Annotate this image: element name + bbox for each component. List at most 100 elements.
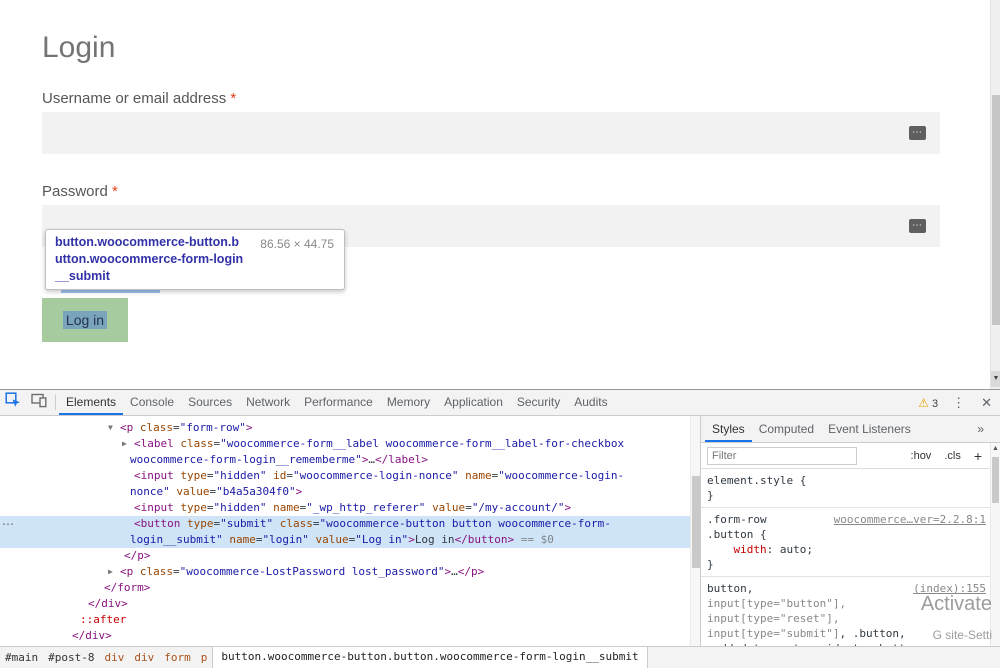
dom-tree-node[interactable]: </p>: [0, 548, 700, 564]
css-rule-line: .added_to_cart, .widget a.button,: [707, 641, 990, 646]
browser-page: Login Username or email address * ⋯ Pass…: [0, 0, 1000, 389]
styles-scrollbar[interactable]: ▲: [990, 443, 1000, 646]
dom-tree-node[interactable]: </div>: [0, 596, 700, 612]
new-style-rule-button[interactable]: +: [974, 448, 982, 464]
page-vertical-scrollbar[interactable]: ▼: [990, 0, 1000, 389]
username-field[interactable]: ⋯: [42, 112, 940, 154]
tab-security[interactable]: Security: [510, 390, 567, 415]
css-rule-line: }: [707, 488, 990, 503]
required-asterisk: *: [230, 90, 236, 107]
code-token: value: [432, 501, 465, 514]
breadcrumb-item[interactable]: form: [159, 651, 196, 664]
dom-tree-node[interactable]: </div>: [0, 628, 700, 644]
tab-event-listeners[interactable]: Event Listeners: [821, 416, 918, 442]
tooltip-selector-line: __submit: [55, 268, 335, 285]
login-button[interactable]: Log in: [42, 298, 128, 342]
scrollbar-thumb[interactable]: [692, 476, 700, 568]
tab-audits[interactable]: Audits: [567, 390, 614, 415]
code-token: >: [408, 533, 415, 546]
dom-tree-node[interactable]: <button type="submit" class="woocommerce…: [0, 516, 700, 532]
tab-styles[interactable]: Styles: [705, 416, 752, 442]
toolbar-right-cluster: ⚠3 ⋮ ✕: [912, 390, 1000, 415]
stylesheet-source-link[interactable]: woocommerce…ver=2.2.8:1: [834, 513, 986, 526]
dom-tree-node[interactable]: login__submit" name="login" value="Log i…: [0, 532, 700, 548]
inspect-element-button[interactable]: [0, 390, 26, 415]
tab-application[interactable]: Application: [437, 390, 510, 415]
more-tabs-icon[interactable]: »: [977, 422, 1000, 436]
code-token: </div>: [72, 629, 112, 642]
code-token: name: [273, 501, 300, 514]
code-token: </button>: [455, 533, 515, 546]
css-rule[interactable]: element.style {}: [701, 469, 990, 508]
tab-sources[interactable]: Sources: [181, 390, 239, 415]
code-token: "woocommerce-login-nonce": [293, 469, 459, 482]
toggle-classes-button[interactable]: .cls: [944, 450, 961, 462]
dom-tree-node[interactable]: <input type="hidden" id="woocommerce-log…: [0, 468, 700, 484]
devtools-close-button[interactable]: ✕: [973, 395, 1000, 411]
elements-panel: ▼<p class="form-row">▶<label class="wooc…: [0, 416, 700, 646]
code-token: =: [465, 501, 472, 514]
code-token: value: [176, 485, 209, 498]
collapse-arrow-icon[interactable]: ▶: [108, 564, 113, 580]
breadcrumb-item[interactable]: #post-8: [43, 651, 99, 664]
code-token: class: [140, 421, 173, 434]
elements-scrollbar[interactable]: [690, 416, 700, 646]
password-manager-icon[interactable]: ⋯: [909, 219, 926, 233]
breadcrumb: #main#post-8divdivformp button.woocommer…: [0, 646, 1000, 668]
breadcrumb-item[interactable]: div: [99, 651, 129, 664]
dom-tree-node[interactable]: <input type="hidden" name="_wp_http_refe…: [0, 500, 700, 516]
tab-console[interactable]: Console: [123, 390, 181, 415]
code-token: </p>: [458, 565, 485, 578]
inspect-tooltip: button.woocommerce-button.b utton.woocom…: [45, 229, 345, 290]
styles-filter-input[interactable]: [707, 447, 857, 465]
expand-arrow-icon[interactable]: ▼: [108, 420, 113, 436]
breadcrumb-item-selected[interactable]: button.woocommerce-button.button.woocomm…: [212, 647, 647, 668]
collapse-arrow-icon[interactable]: ▶: [122, 436, 127, 452]
breadcrumb-item[interactable]: #main: [0, 651, 43, 664]
tab-network[interactable]: Network: [239, 390, 297, 415]
code-token: </p>: [124, 549, 151, 562]
scrollbar-thumb[interactable]: [992, 457, 999, 503]
toggle-hover-state-button[interactable]: :hov: [911, 450, 932, 462]
dom-tree-node[interactable]: nonce" value="b4a5a304f0">: [0, 484, 700, 500]
code-token: "woocommerce-button button woocommerce-f…: [319, 517, 610, 530]
code-token: >: [246, 421, 253, 434]
scroll-up-icon[interactable]: ▲: [991, 445, 1000, 452]
code-token: == $0: [514, 533, 554, 546]
dom-tree-node[interactable]: ▶<label class="woocommerce-form__label w…: [0, 436, 700, 452]
dom-tree-node[interactable]: woocommerce-form-login__rememberme">…</l…: [0, 452, 700, 468]
code-token: "/my-account/": [472, 501, 565, 514]
code-token: class: [140, 565, 173, 578]
css-rule-line: input[type="button"],: [707, 596, 990, 611]
breadcrumb-item[interactable]: p: [196, 651, 213, 664]
css-rule[interactable]: (index):155button,input[type="button"],i…: [701, 577, 990, 646]
close-icon: ✕: [981, 395, 992, 410]
tab-performance[interactable]: Performance: [297, 390, 380, 415]
tab-memory[interactable]: Memory: [380, 390, 437, 415]
scroll-down-icon[interactable]: ▼: [991, 371, 1000, 387]
password-manager-icon[interactable]: ⋯: [909, 126, 926, 140]
scrollbar-thumb[interactable]: [992, 95, 1000, 325]
devtools-main: ▼<p class="form-row">▶<label class="wooc…: [0, 416, 1000, 646]
device-toolbar-button[interactable]: [26, 390, 52, 415]
dom-tree-node[interactable]: </form>: [0, 580, 700, 596]
code-token: "form-row": [180, 421, 246, 434]
tab-elements[interactable]: Elements: [59, 390, 123, 415]
gutter-more-icon[interactable]: ⋯: [2, 516, 14, 532]
devtools-menu-button[interactable]: ⋮: [944, 395, 973, 411]
css-rule-line: input[type="submit"], .button,: [707, 626, 990, 641]
code-token: <button: [134, 517, 187, 530]
dom-tree-node[interactable]: ▼<p class="form-row">: [0, 420, 700, 436]
tab-computed[interactable]: Computed: [752, 416, 821, 442]
css-rule[interactable]: woocommerce…ver=2.2.8:1.form-row.button …: [701, 508, 990, 577]
dom-tree-node[interactable]: ::after: [0, 612, 700, 628]
breadcrumb-item[interactable]: div: [129, 651, 159, 664]
code-token: ::after: [80, 613, 126, 626]
code-token: class: [180, 437, 213, 450]
console-warnings-badge[interactable]: ⚠3: [912, 396, 944, 410]
code-token: login__submit": [130, 533, 223, 546]
code-token: "login": [262, 533, 308, 546]
code-token: "Log in": [355, 533, 408, 546]
stylesheet-source-link[interactable]: (index):155: [913, 582, 986, 595]
dom-tree-node[interactable]: ▶<p class="woocommerce-LostPassword lost…: [0, 564, 700, 580]
